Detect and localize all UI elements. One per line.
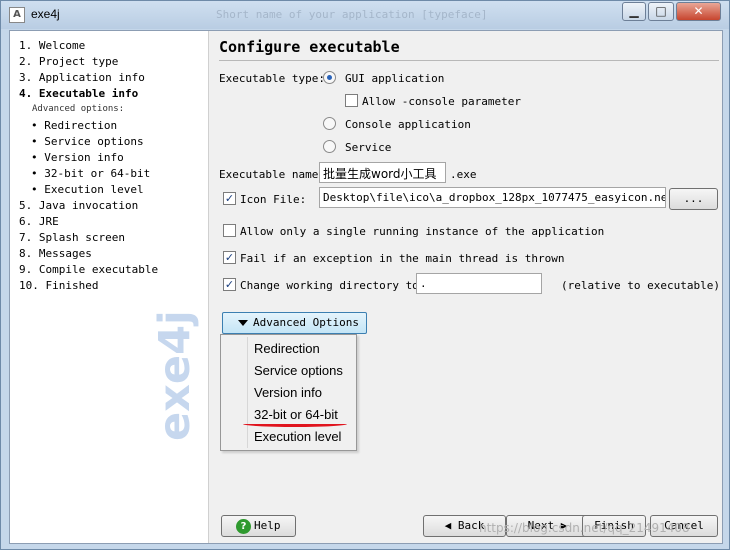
single-instance-checkbox[interactable]: [223, 224, 236, 237]
executable-name-label: Executable name:: [219, 168, 325, 181]
page-title: Configure executable: [219, 38, 400, 56]
substep-version-info[interactable]: • Version info: [31, 151, 124, 164]
menu-item-execution-level[interactable]: Execution level: [254, 429, 341, 444]
wizard-sidebar: 1. Welcome 2. Project type 3. Applicatio…: [10, 31, 209, 543]
gui-application-label[interactable]: GUI application: [345, 72, 444, 85]
advanced-options-button-label: Advanced Options: [253, 316, 359, 329]
substep-redirection[interactable]: • Redirection: [31, 119, 117, 132]
app-window: A exe4j Short name of your application […: [0, 0, 730, 550]
app-icon: A: [9, 7, 25, 23]
menu-item-redirection[interactable]: Redirection: [254, 341, 320, 356]
back-arrow-icon: ◀: [444, 519, 458, 532]
menu-item-32-64-bit[interactable]: 32-bit or 64-bit: [254, 407, 338, 422]
icon-file-checkbox[interactable]: ✓: [223, 192, 236, 205]
advanced-options-button[interactable]: Advanced Options: [222, 312, 367, 334]
ghost-title-text: Short name of your application [typeface…: [216, 8, 488, 21]
exe4j-logo: exe4j: [150, 310, 200, 441]
change-dir-label[interactable]: Change working directory to:: [240, 279, 425, 292]
minimize-button[interactable]: ▁: [622, 2, 646, 21]
help-button-label: Help: [254, 519, 281, 532]
step-welcome[interactable]: 1. Welcome: [19, 39, 85, 52]
change-dir-checkbox[interactable]: ✓: [223, 278, 236, 291]
step-messages[interactable]: 8. Messages: [19, 247, 92, 260]
step-finished[interactable]: 10. Finished: [19, 279, 98, 292]
substep-32-64-bit[interactable]: • 32-bit or 64-bit: [31, 167, 150, 180]
chevron-down-icon: [238, 320, 248, 326]
exe-suffix-label: .exe: [450, 168, 477, 181]
menu-gutter: [247, 337, 248, 448]
substep-execution-level[interactable]: • Execution level: [31, 183, 144, 196]
fail-exception-checkbox[interactable]: ✓: [223, 251, 236, 264]
substep-service-options[interactable]: • Service options: [31, 135, 144, 148]
single-instance-label[interactable]: Allow only a single running instance of …: [240, 225, 604, 238]
red-underline-annotation: [243, 421, 347, 427]
step-executable-info[interactable]: 4. Executable info: [19, 87, 138, 100]
working-directory-input[interactable]: .: [416, 273, 542, 294]
help-icon: ?: [236, 518, 251, 534]
browse-icon-button[interactable]: ...: [669, 188, 718, 210]
allow-console-label[interactable]: Allow -console parameter: [362, 95, 521, 108]
help-button[interactable]: ? Help: [221, 515, 296, 537]
advanced-options-menu: Redirection Service options Version info…: [220, 334, 357, 451]
console-application-label[interactable]: Console application: [345, 118, 471, 131]
title-bar[interactable]: A exe4j Short name of your application […: [1, 1, 729, 29]
icon-file-input[interactable]: Desktop\file\ico\a_dropbox_128px_1077475…: [319, 187, 666, 208]
maximize-button[interactable]: □: [648, 2, 674, 21]
step-application-info[interactable]: 3. Application info: [19, 71, 145, 84]
radio-service[interactable]: [323, 140, 336, 153]
service-label[interactable]: Service: [345, 141, 391, 154]
fail-exception-label[interactable]: Fail if an exception in the main thread …: [240, 252, 565, 265]
wizard-body: 1. Welcome 2. Project type 3. Applicatio…: [9, 30, 723, 544]
step-compile-executable[interactable]: 9. Compile executable: [19, 263, 158, 276]
executable-name-input[interactable]: 批量生成word小工具: [319, 162, 446, 183]
close-button[interactable]: ✕: [676, 2, 721, 21]
window-title: exe4j: [31, 7, 60, 21]
executable-type-label: Executable type:: [219, 72, 325, 85]
icon-file-label[interactable]: Icon File:: [240, 193, 306, 206]
advanced-options-label: Advanced options:: [32, 104, 125, 114]
radio-console-application[interactable]: [323, 117, 336, 130]
step-java-invocation[interactable]: 5. Java invocation: [19, 199, 138, 212]
relative-note: (relative to executable): [561, 279, 720, 292]
menu-item-version-info[interactable]: Version info: [254, 385, 322, 400]
watermark-text: https://blog.csdn.net/qq_21491408: [479, 521, 690, 535]
menu-item-service-options[interactable]: Service options: [254, 363, 343, 378]
allow-console-checkbox[interactable]: [345, 94, 358, 107]
step-jre[interactable]: 6. JRE: [19, 215, 59, 228]
radio-gui-application[interactable]: [323, 71, 336, 84]
step-splash-screen[interactable]: 7. Splash screen: [19, 231, 125, 244]
title-divider: [219, 60, 719, 61]
step-project-type[interactable]: 2. Project type: [19, 55, 118, 68]
